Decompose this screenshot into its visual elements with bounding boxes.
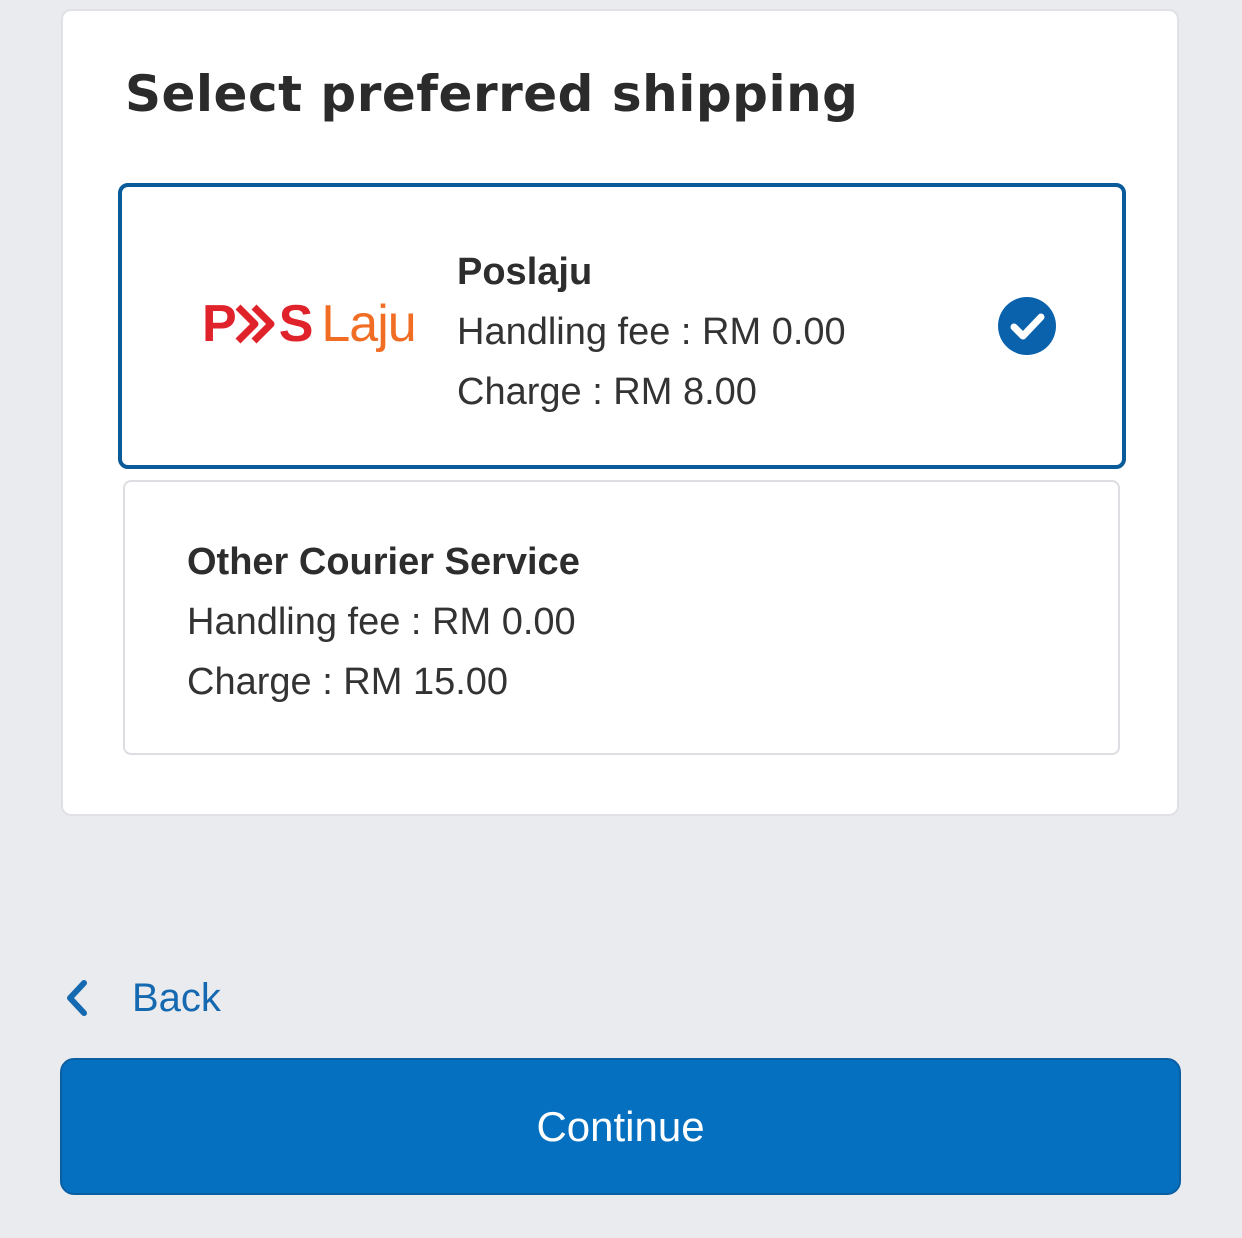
back-label: Back (132, 975, 221, 1020)
poslaju-logo-mark (235, 304, 275, 344)
poslaju-details: Poslaju Handling fee : RM 0.00 Charge : … (457, 242, 846, 422)
chevron-left-icon (67, 980, 87, 1016)
page-title: Select preferred shipping (125, 65, 859, 123)
handling-fee: Handling fee : RM 0.00 (457, 311, 846, 353)
shipping-option-other-courier[interactable]: Other Courier Service Handling fee : RM … (123, 480, 1120, 755)
poslaju-logo: PS Laju (202, 294, 417, 364)
other-courier-details: Other Courier Service Handling fee : RM … (187, 532, 580, 712)
shipping-card: Select preferred shipping PS Laju Poslaj… (61, 9, 1179, 816)
option-name: Poslaju (457, 251, 593, 293)
continue-button[interactable]: Continue (60, 1058, 1181, 1195)
back-link[interactable]: Back (62, 970, 221, 1026)
handling-fee: Handling fee : RM 0.00 (187, 601, 576, 643)
option-name: Other Courier Service (187, 541, 580, 583)
poslaju-logo-pos: PS (202, 295, 313, 353)
poslaju-logo-laju: Laju (321, 295, 416, 353)
check-circle-icon (998, 297, 1056, 355)
charge: Charge : RM 15.00 (187, 661, 509, 703)
shipping-option-poslaju[interactable]: PS Laju Poslaju Handling fee : RM 0.00 C… (118, 183, 1126, 469)
charge: Charge : RM 8.00 (457, 371, 757, 413)
